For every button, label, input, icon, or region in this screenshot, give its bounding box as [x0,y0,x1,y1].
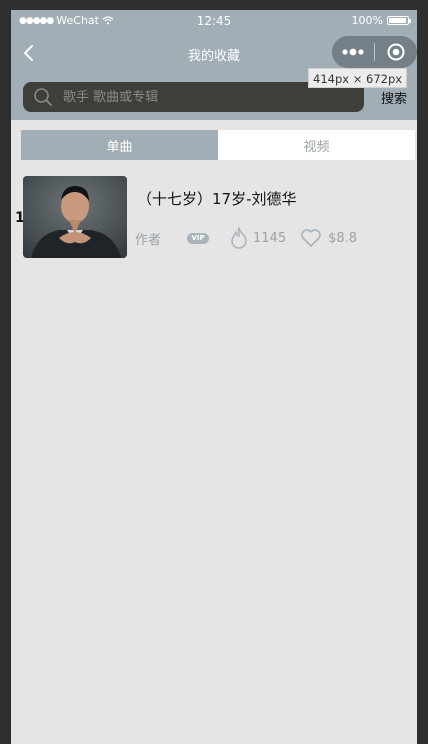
tab-videos[interactable]: 视频 [218,130,415,160]
tab-singles[interactable]: 单曲 [21,130,218,160]
devtools-dimension-tooltip: 414px × 672px [308,68,408,88]
fire-icon [231,227,247,249]
battery-percent: 100% [351,14,383,27]
search-button[interactable]: 搜索 [381,88,407,107]
more-dots-icon [342,48,364,56]
target-close-icon [387,43,405,61]
vip-badge: VIP [187,232,210,244]
heart-icon[interactable] [300,228,322,248]
tab-bar: 单曲 视频 [21,130,415,160]
song-price: $8.8 [328,230,358,246]
song-meta: 作者 VIP 1145 $8.8 [135,226,357,250]
search-icon [34,88,52,106]
battery-icon [387,16,411,25]
search-input[interactable] [63,82,343,112]
song-author: 作者 [135,232,162,248]
play-count: 1145 [253,230,287,246]
list-item[interactable]: 1 （十七岁）17岁-刘德华 作者 VIP 1145 $8.8 [11,170,417,262]
close-miniprogram-button[interactable] [375,36,417,68]
more-button[interactable] [332,36,374,68]
song-title: （十七岁）17岁-刘德华 [137,190,297,208]
phone-screen: ●●●●● WeChat 12:45 100% 我的收藏 歌手 歌曲或专辑 搜索… [11,10,417,744]
album-cover-image [23,176,127,258]
status-bar: ●●●●● WeChat 12:45 100% [11,10,417,32]
battery-group: 100% [351,14,411,27]
miniprogram-capsule [332,36,417,68]
cover-portrait-image [23,176,127,258]
